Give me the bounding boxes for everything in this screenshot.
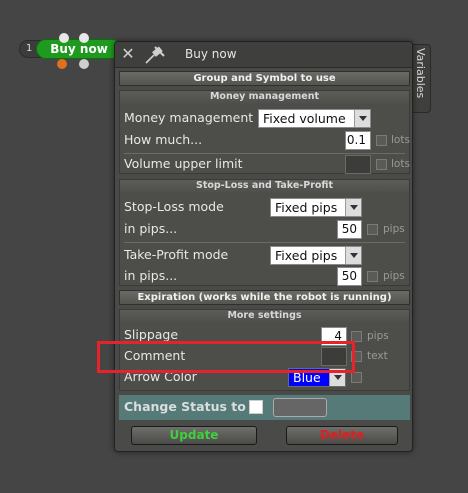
input-connector-dot[interactable] — [79, 33, 89, 43]
chevron-down-icon[interactable] — [354, 110, 370, 127]
how-much-label: How much... — [124, 132, 203, 147]
sltp-group: Stop-Loss and Take-Profit Stop-Loss mode… — [119, 179, 410, 286]
how-much-variable-checkbox[interactable] — [376, 135, 387, 146]
change-status-label: Change Status to — [124, 399, 246, 414]
output-connector-dot[interactable] — [79, 59, 89, 69]
variables-tab-label: Variables — [414, 48, 427, 99]
change-status-row: Change Status to — [119, 395, 410, 420]
delete-button[interactable]: Delete — [286, 426, 398, 445]
lots-unit: lots — [391, 134, 410, 146]
tp-pips-variable-checkbox[interactable] — [367, 271, 378, 282]
money-management-select[interactable]: Fixed volume — [258, 109, 371, 128]
node-index: 1 — [26, 43, 33, 54]
update-button[interactable]: Update — [131, 426, 257, 445]
sl-mode-select[interactable]: Fixed pips — [270, 198, 362, 217]
window-titlebar[interactable]: ✕ Buy now — [115, 42, 412, 68]
expiration-header[interactable]: Expiration (works while the robot is run… — [119, 290, 410, 305]
how-much-input[interactable]: 0.1 — [345, 131, 371, 150]
divider — [124, 242, 405, 243]
input-connector-dot[interactable] — [59, 33, 69, 43]
tp-mode-select[interactable]: Fixed pips — [270, 246, 362, 265]
chevron-down-icon[interactable] — [345, 199, 361, 216]
text-unit: text — [367, 350, 388, 362]
money-management-group: Money management Money management Fixed … — [119, 90, 410, 174]
money-management-label: Money management — [124, 110, 254, 125]
pips-unit: pips — [383, 223, 405, 235]
select-value: Fixed pips — [275, 248, 338, 263]
volume-limit-input[interactable] — [345, 155, 371, 174]
pips-unit: pips — [383, 270, 405, 282]
sl-pips-input[interactable]: 50 — [337, 220, 362, 239]
volume-limit-label: Volume upper limit — [124, 156, 243, 171]
sl-pips-variable-checkbox[interactable] — [367, 224, 378, 235]
change-status-checkbox[interactable] — [249, 400, 263, 414]
sl-pips-label: in pips... — [124, 221, 178, 236]
tp-pips-input[interactable]: 50 — [337, 267, 362, 286]
divider — [124, 153, 405, 154]
close-icon[interactable]: ✕ — [120, 46, 136, 62]
buy-now-node-pill[interactable]: Buy now — [36, 39, 122, 59]
variables-tab[interactable]: Variables — [412, 44, 431, 113]
highlight-box — [97, 341, 355, 373]
slippage-label: Slippage — [124, 327, 179, 342]
output-connector-dot[interactable] — [57, 59, 67, 69]
select-value: Fixed volume — [263, 111, 346, 126]
pin-icon[interactable] — [143, 45, 167, 65]
group-title: More settings — [120, 310, 409, 323]
tp-mode-label: Take-Profit mode — [124, 247, 229, 262]
buy-now-window: ✕ Buy now Group and Symbol to use Money … — [114, 41, 413, 452]
group-title: Stop-Loss and Take-Profit — [120, 180, 409, 193]
change-status-field[interactable] — [273, 398, 327, 417]
sl-mode-label: Stop-Loss mode — [124, 199, 224, 214]
volume-limit-variable-checkbox[interactable] — [376, 159, 387, 170]
group-title: Money management — [120, 91, 409, 104]
pips-unit: pips — [367, 330, 389, 342]
tp-pips-label: in pips... — [124, 268, 178, 283]
lots-unit: lots — [391, 158, 410, 170]
group-symbol-header[interactable]: Group and Symbol to use — [119, 71, 410, 86]
arrow-color-variable-checkbox[interactable] — [351, 372, 362, 383]
chevron-down-icon[interactable] — [345, 247, 361, 264]
window-title: Buy now — [185, 47, 237, 61]
buy-now-node[interactable]: 1 Buy now — [19, 31, 122, 69]
select-value: Fixed pips — [275, 200, 338, 215]
